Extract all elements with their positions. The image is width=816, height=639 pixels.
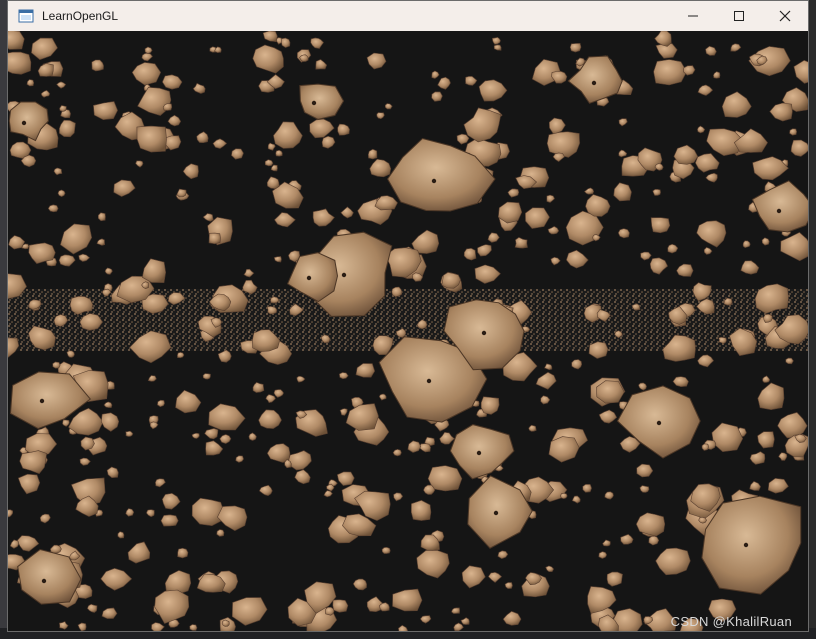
window-controls (670, 1, 808, 31)
minimize-button[interactable] (670, 1, 716, 31)
small-asteroid (650, 217, 671, 234)
app-window-icon (18, 9, 34, 23)
small-asteroid (560, 492, 568, 500)
small-asteroid (569, 42, 582, 53)
small-asteroid (617, 228, 630, 239)
asteroid-crater (431, 178, 437, 184)
asteroid-field-scene (8, 31, 808, 631)
small-asteroid (653, 59, 688, 86)
small-asteroid (47, 204, 59, 213)
small-asteroid (431, 91, 443, 102)
small-asteroid (216, 529, 225, 537)
small-asteroid (98, 212, 106, 222)
asteroid-crater (21, 120, 27, 126)
small-asteroid (761, 237, 770, 246)
app-window: LearnOpenGL CSDN @KhalilRuan (7, 0, 809, 632)
asteroid-crater (476, 450, 482, 456)
small-asteroid (189, 624, 198, 631)
small-asteroid (763, 313, 773, 323)
small-asteroid (160, 514, 179, 527)
small-asteroid (785, 357, 794, 365)
asteroid-crater (656, 420, 662, 426)
small-asteroid (221, 619, 230, 627)
close-icon (779, 10, 791, 22)
small-asteroid (91, 59, 104, 72)
small-asteroid (208, 232, 221, 245)
small-asteroid (157, 399, 165, 408)
minimize-icon (688, 15, 698, 17)
title-bar[interactable]: LearnOpenGL (8, 1, 808, 31)
close-button[interactable] (762, 1, 808, 31)
small-asteroid (391, 286, 403, 298)
small-asteroid (493, 44, 502, 51)
small-asteroid (789, 128, 798, 136)
asteroid-crater (306, 275, 312, 281)
maximize-button[interactable] (716, 1, 762, 31)
small-asteroid (117, 531, 125, 539)
small-asteroid (177, 547, 189, 559)
small-asteroid (136, 125, 167, 153)
small-asteroid (652, 188, 661, 196)
small-asteroid (742, 240, 751, 249)
small-asteroid (582, 483, 592, 493)
small-asteroid (177, 351, 185, 359)
small-asteroid (701, 443, 709, 451)
watermark: CSDN @KhalilRuan (670, 614, 792, 629)
asteroid-crater (481, 330, 487, 336)
small-asteroid (202, 373, 211, 380)
small-asteroid (57, 189, 66, 198)
asteroid-crater (776, 208, 782, 214)
small-asteroid (332, 599, 349, 613)
small-asteroid (275, 149, 283, 157)
small-asteroid (8, 51, 32, 75)
asteroid-crater (341, 272, 347, 278)
asteroid-crater (591, 80, 597, 86)
small-asteroid (598, 551, 608, 559)
small-asteroid (324, 607, 335, 616)
small-asteroid (381, 546, 391, 554)
small-asteroid (52, 361, 61, 369)
window-title: LearnOpenGL (42, 9, 119, 23)
small-asteroid (264, 159, 274, 167)
asteroid-crater (426, 378, 432, 384)
asteroid-crater (743, 542, 749, 548)
asteroid-crater (311, 100, 317, 106)
render-viewport[interactable]: CSDN @KhalilRuan (8, 31, 808, 631)
small-asteroid (266, 305, 278, 315)
maximize-icon (734, 11, 744, 21)
asteroid-crater (41, 578, 47, 584)
asteroid-crater (493, 510, 499, 516)
asteroid-crater (39, 398, 45, 404)
